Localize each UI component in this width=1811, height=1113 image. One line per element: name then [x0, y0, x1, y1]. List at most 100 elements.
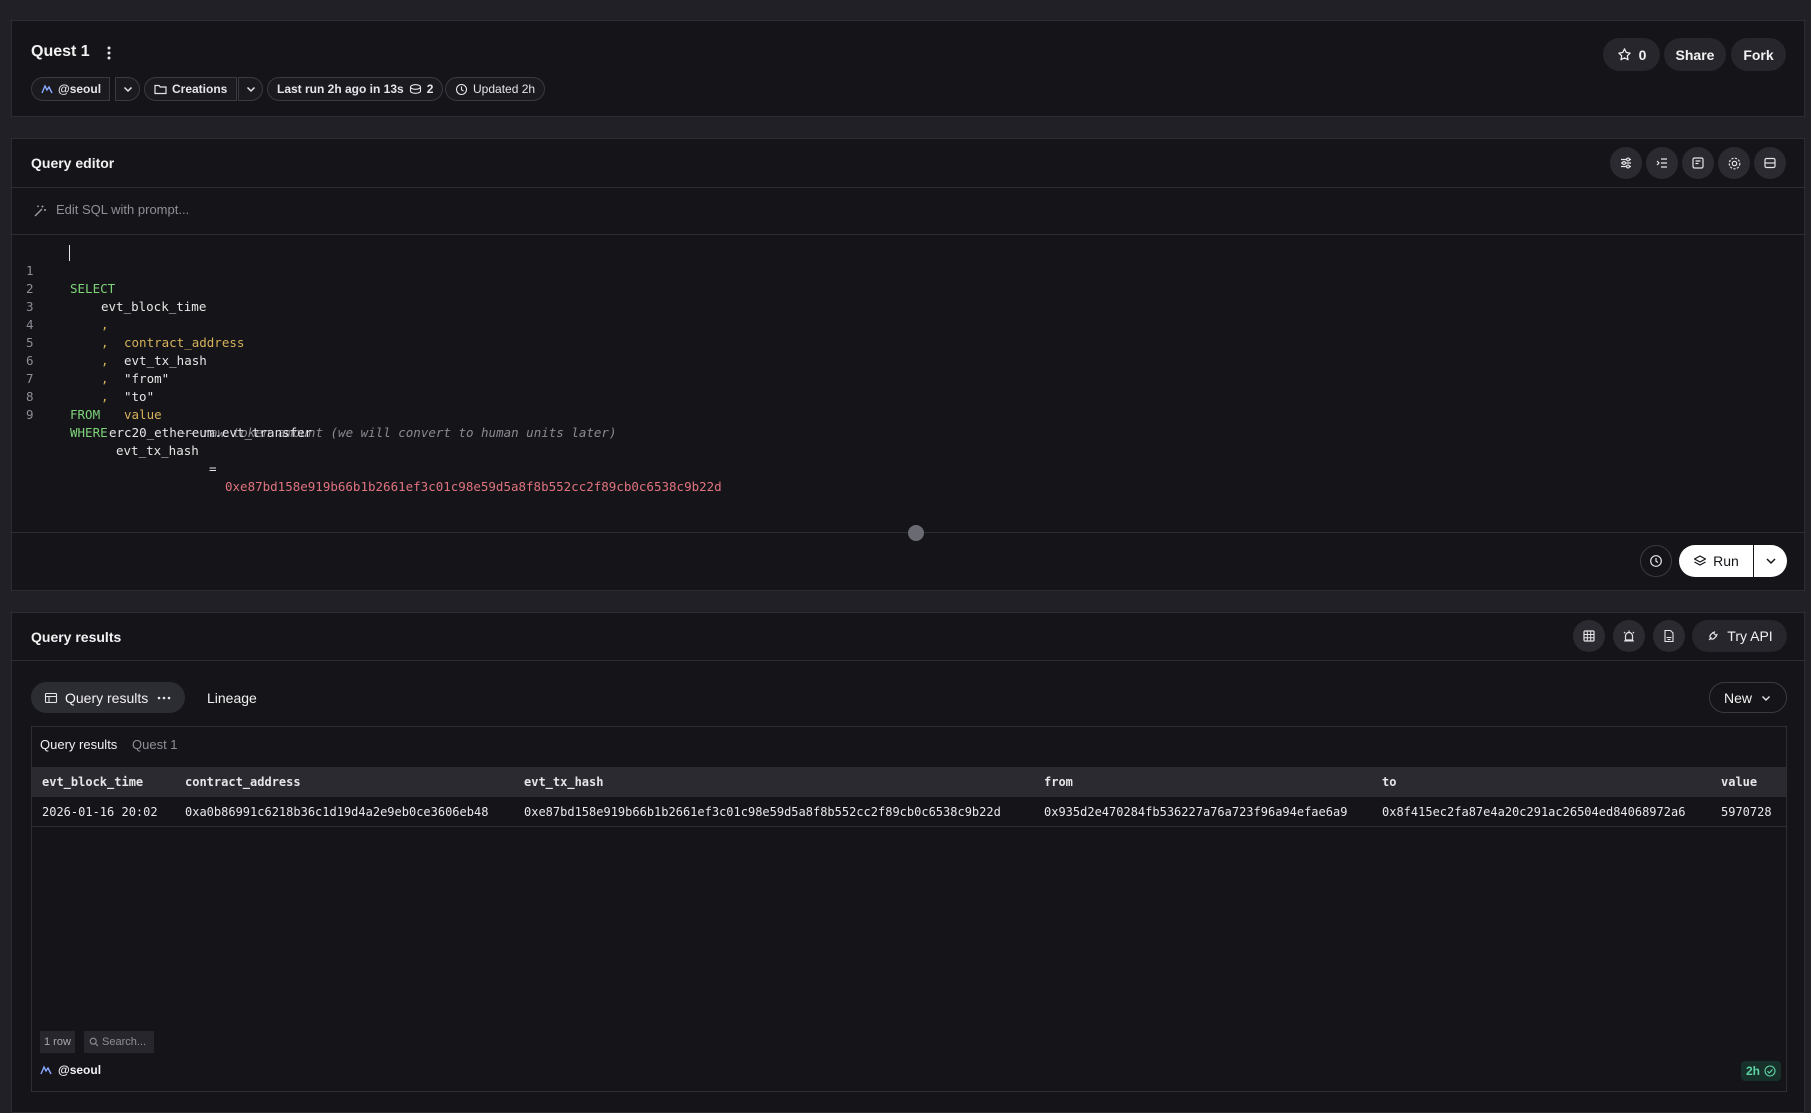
more-options-icon[interactable]	[102, 45, 116, 61]
star-icon	[1617, 47, 1632, 62]
table-cell: 0x935d2e470284fb536227a76a723f96a94efae6…	[1044, 805, 1348, 819]
editor-title: Query editor	[31, 155, 115, 171]
code-comma: ,	[101, 371, 109, 386]
keyword-select: SELECT	[70, 281, 116, 296]
folder-icon	[154, 83, 167, 95]
layout-button[interactable]	[1754, 147, 1786, 179]
table-header-row: evt_block_time contract_address evt_tx_h…	[32, 767, 1786, 797]
results-title: Query results	[31, 629, 122, 645]
settings-button[interactable]	[1718, 147, 1750, 179]
table-row[interactable]: 2026-01-16 20:02 0xa0b86991c6218b36c1d19…	[32, 797, 1786, 827]
star-button[interactable]: 0	[1603, 38, 1660, 71]
try-api-label: Try API	[1727, 628, 1773, 644]
chevron-down-icon	[1764, 554, 1778, 568]
code-identifier: evt_block_time	[101, 299, 207, 314]
chevron-down-icon	[1760, 692, 1772, 704]
keyword-from: FROM	[70, 407, 101, 422]
table-view-button[interactable]	[1573, 620, 1605, 652]
code-line: 8 FROM erc20_ethereum.evt_transfer	[12, 370, 312, 440]
download-csv-button[interactable]	[1653, 620, 1685, 652]
code-identifier: "to"	[124, 389, 155, 404]
updated-label: Updated 2h	[473, 82, 536, 96]
results-table-card: Query results Quest 1 evt_block_time con…	[31, 726, 1787, 1092]
code-identifier: value	[124, 407, 162, 422]
notes-button[interactable]	[1682, 147, 1714, 179]
share-button[interactable]: Share	[1664, 38, 1726, 71]
format-button[interactable]	[1610, 147, 1642, 179]
table-title: Query results	[40, 737, 118, 752]
query-editor-panel: Query editor Edit SQL with prompt... 1 S…	[11, 138, 1805, 591]
table-search-input: Search...	[102, 1036, 147, 1048]
code-identifier: evt_tx_hash	[116, 443, 199, 458]
run-options-button[interactable]	[1754, 545, 1787, 577]
indent-button[interactable]	[1646, 147, 1678, 179]
fork-button[interactable]: Fork	[1731, 38, 1786, 71]
resize-handle[interactable]	[908, 525, 924, 541]
table-icon	[44, 691, 58, 705]
table-icon	[1582, 629, 1596, 643]
user-icon	[41, 83, 53, 95]
schedule-button[interactable]	[1640, 545, 1672, 577]
csv-file-icon	[1662, 629, 1676, 643]
code-comma: ,	[101, 353, 109, 368]
run-button[interactable]: Run	[1679, 545, 1753, 577]
keyword-where: WHERE	[70, 425, 108, 440]
column-header[interactable]: value	[1721, 767, 1757, 797]
star-count: 0	[1638, 46, 1647, 63]
more-horizontal-icon[interactable]	[157, 695, 171, 701]
table-search[interactable]: Search...	[84, 1031, 154, 1053]
table-subtitle: Quest 1	[132, 737, 178, 752]
new-visualization-dropdown[interactable]: New	[1709, 682, 1787, 713]
note-icon	[1691, 156, 1705, 170]
code-line: 9 WHERE evt_tx_hash = 0xe87bd158e919b66b…	[12, 388, 722, 494]
updated-chip: Updated 2h	[445, 77, 546, 101]
table-cell: 5970728	[1721, 805, 1772, 819]
layers-icon	[1693, 554, 1707, 568]
column-header[interactable]: contract_address	[185, 767, 301, 797]
folder-chip[interactable]: Creations	[144, 77, 238, 101]
results-divider	[12, 660, 1804, 661]
query-results-panel: Query results Try API Query results Line…	[11, 612, 1805, 1113]
folder-dropdown[interactable]	[238, 77, 263, 101]
prompt-input[interactable]: Edit SQL with prompt...	[56, 202, 189, 217]
check-circle-icon	[1764, 1065, 1776, 1077]
owner-dropdown[interactable]	[115, 77, 140, 101]
try-api-button[interactable]: Try API	[1692, 620, 1787, 652]
code-identifier: contract_address	[124, 335, 245, 350]
page-title: Quest 1	[31, 43, 90, 60]
tab-query-results[interactable]: Query results	[31, 682, 185, 713]
column-header[interactable]: evt_block_time	[42, 767, 143, 797]
table-owner-label: @seoul	[58, 1063, 102, 1077]
code-line: 7 , value -- raw token amount (we will c…	[12, 352, 617, 440]
run-label: Run	[1713, 553, 1739, 569]
table-cell: 0xa0b86991c6218b36c1d19d4a2e9eb0ce3606eb…	[185, 805, 489, 819]
user-icon	[40, 1064, 52, 1076]
code-table-name: erc20_ethereum.evt_transfer	[109, 425, 313, 440]
search-icon	[89, 1037, 99, 1047]
code-line: 6 , "to"	[12, 334, 154, 404]
owner-chip[interactable]: @seoul	[31, 77, 111, 101]
tab-query-results-label: Query results	[65, 689, 149, 706]
split-layout-icon	[1763, 156, 1777, 170]
chevron-down-icon	[122, 83, 134, 95]
column-header[interactable]: evt_tx_hash	[524, 767, 603, 797]
table-owner[interactable]: @seoul	[40, 1063, 101, 1077]
table-cell: 2026-01-16 20:02	[42, 805, 158, 819]
folder-label: Creations	[172, 82, 228, 96]
table-cell: 0x8f415ec2fa87e4a20c291ac26504ed84068972…	[1382, 805, 1686, 819]
code-editor[interactable]: 1 SELECT 2 evt_block_time 3 , contract_a…	[12, 235, 1804, 532]
column-header[interactable]: to	[1382, 767, 1396, 797]
prompt-bar[interactable]: Edit SQL with prompt...	[12, 188, 1804, 234]
new-label: New	[1723, 689, 1752, 706]
column-header[interactable]: from	[1044, 767, 1073, 797]
sliders-icon	[1619, 156, 1633, 170]
tab-lineage[interactable]: Lineage	[207, 690, 257, 706]
code-comma: ,	[101, 335, 109, 350]
code-line: 1 SELECT	[12, 244, 115, 296]
code-identifier: "from"	[124, 371, 170, 386]
row-count-badge: 1 row	[40, 1031, 75, 1053]
alarm-icon	[1622, 629, 1636, 643]
code-comma: ,	[101, 389, 109, 404]
header-panel: Quest 1 0 Share Fork @seoul Creations La…	[11, 20, 1805, 117]
alert-button[interactable]	[1613, 620, 1645, 652]
